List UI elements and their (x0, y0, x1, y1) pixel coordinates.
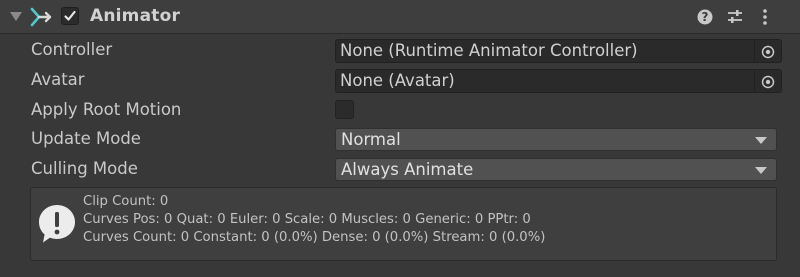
curves-pos-text: Curves Pos: 0 Quat: 0 Euler: 0 Scale: 0 … (83, 212, 531, 227)
culling-mode-label: Culling Mode (31, 159, 138, 178)
avatar-picker-button[interactable] (755, 69, 782, 93)
object-picker-icon (761, 75, 775, 89)
info-help-box: Clip Count: 0 Curves Pos: 0 Quat: 0 Eule… (30, 187, 777, 261)
update-mode-label: Update Mode (31, 129, 141, 148)
info-speech-bubble-icon (39, 205, 75, 243)
svg-text:?: ? (702, 10, 709, 24)
presets-icon[interactable] (726, 8, 744, 26)
animator-component-icon (30, 7, 52, 27)
controller-row: Controller None (Runtime Animator Contro… (0, 37, 800, 65)
info-text: Clip Count: 0 Curves Pos: 0 Quat: 0 Eule… (83, 193, 545, 247)
avatar-row: Avatar None (Avatar) (0, 67, 800, 95)
culling-mode-dropdown[interactable]: Always Animate (335, 158, 777, 181)
avatar-value: None (Avatar) (340, 71, 455, 90)
avatar-label: Avatar (31, 70, 85, 89)
dropdown-arrow-icon (755, 137, 767, 144)
apply-root-motion-label: Apply Root Motion (31, 100, 182, 119)
foldout-arrow-icon[interactable] (10, 12, 22, 21)
controller-label: Controller (31, 40, 113, 59)
component-enabled-checkbox[interactable] (61, 7, 79, 25)
component-title: Animator (90, 6, 181, 26)
avatar-field[interactable]: None (Avatar) (335, 69, 755, 93)
object-picker-icon (761, 45, 775, 59)
culling-mode-value: Always Animate (341, 160, 474, 179)
update-mode-value: Normal (341, 130, 401, 149)
apply-root-motion-checkbox[interactable] (335, 100, 354, 119)
controller-picker-button[interactable] (755, 39, 782, 63)
controller-value: None (Runtime Animator Controller) (340, 41, 638, 60)
apply-root-motion-row: Apply Root Motion (0, 97, 800, 125)
culling-mode-row: Culling Mode Always Animate (0, 156, 800, 184)
dropdown-arrow-icon (755, 167, 767, 174)
curves-count-text: Curves Count: 0 Constant: 0 (0.0%) Dense… (83, 230, 546, 245)
checkmark-icon (64, 10, 76, 21)
help-icon[interactable]: ? (696, 8, 714, 26)
context-menu-icon[interactable] (756, 8, 774, 26)
update-mode-dropdown[interactable]: Normal (335, 128, 777, 151)
component-header[interactable]: Animator ? (0, 0, 800, 34)
controller-field[interactable]: None (Runtime Animator Controller) (335, 39, 755, 63)
update-mode-row: Update Mode Normal (0, 126, 800, 154)
clip-count-text: Clip Count: 0 (83, 194, 169, 209)
